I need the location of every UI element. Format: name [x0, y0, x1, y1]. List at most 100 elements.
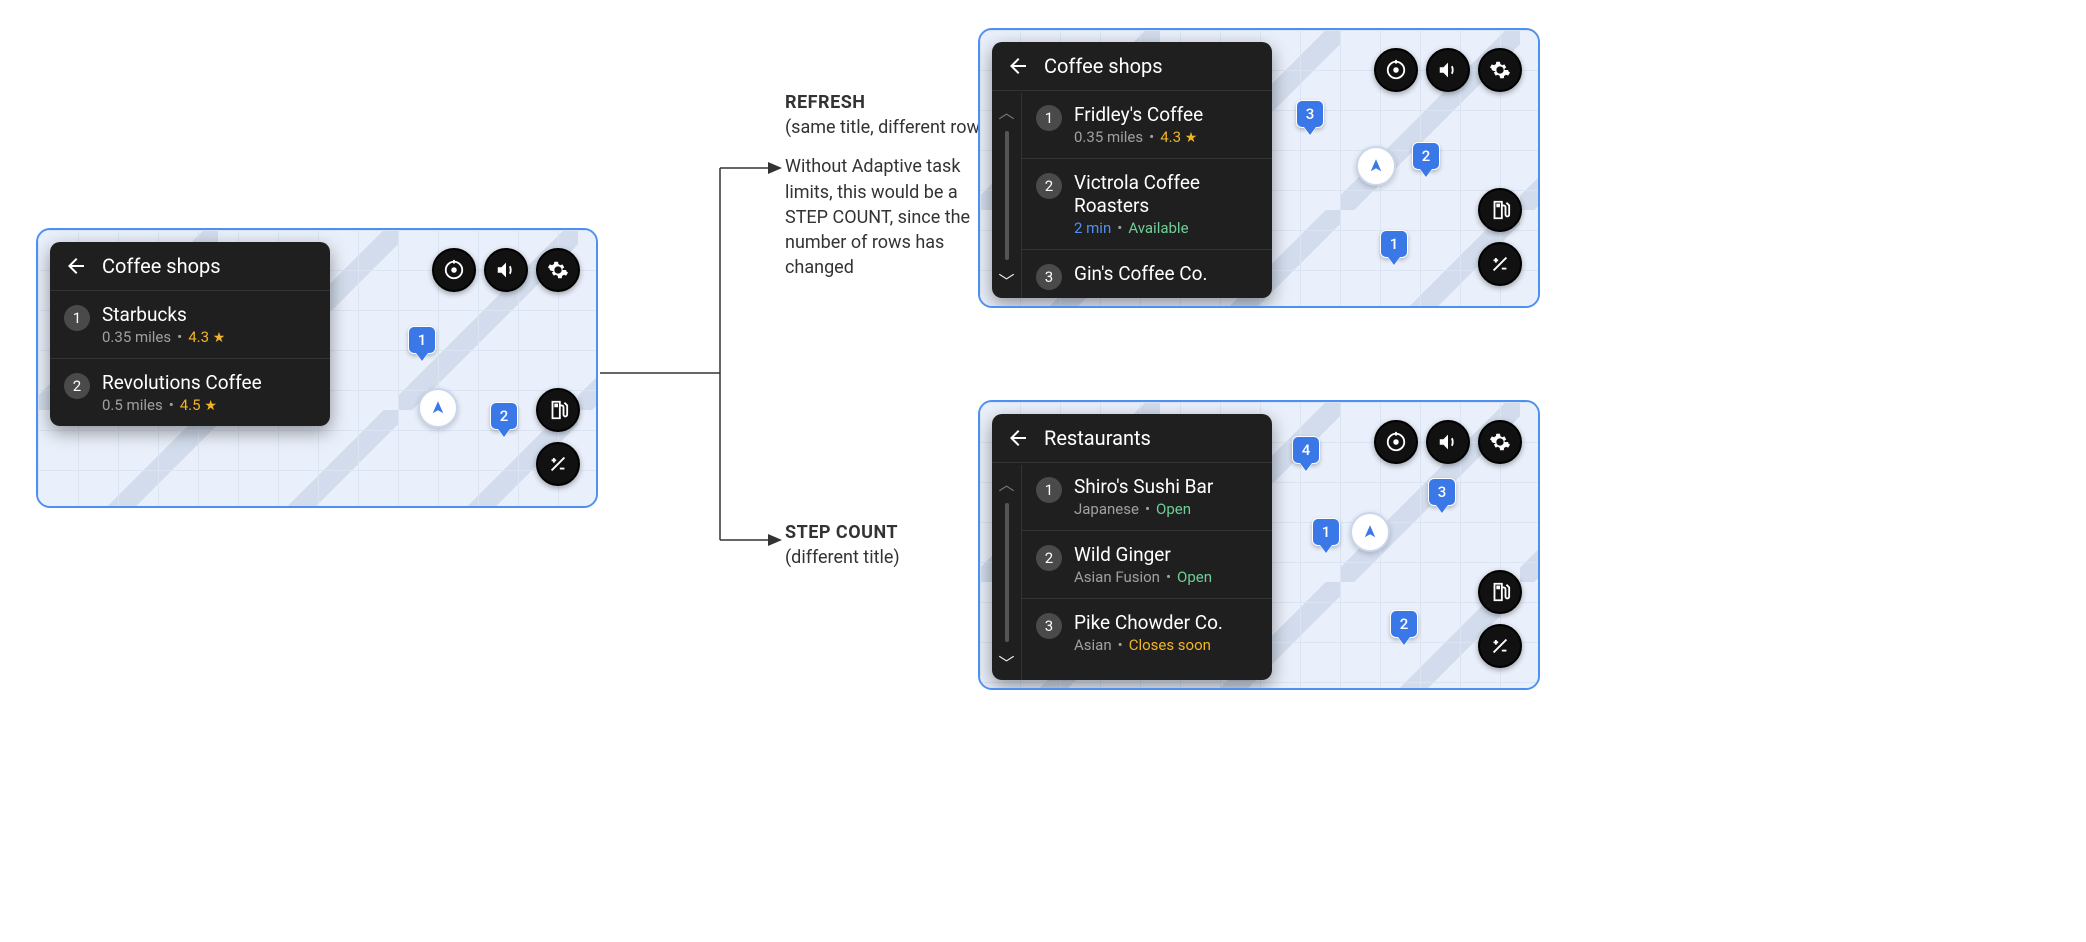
results-list: 1 Fridley's Coffee 0.35 miles•4.3 ★ 2 Vi…: [1022, 91, 1272, 294]
item-title: Gin's Coffee Co.: [1074, 262, 1207, 285]
star-icon: ★: [1185, 130, 1198, 146]
fuel-icon: [547, 399, 569, 421]
map-pin[interactable]: 4: [1292, 436, 1320, 464]
plus-minus-icon: [1489, 253, 1511, 275]
navigation-arrow-icon: [1361, 523, 1379, 541]
back-button[interactable]: [64, 254, 88, 278]
sound-icon: [495, 259, 517, 281]
plus-minus-icon: [1489, 635, 1511, 657]
sound-button[interactable]: [1426, 48, 1470, 92]
map-pin[interactable]: 3: [1296, 100, 1324, 128]
panel-header: Coffee shops: [992, 42, 1272, 91]
compass-button[interactable]: [1374, 48, 1418, 92]
panel-header: Restaurants: [992, 414, 1272, 463]
results-list: 1 Starbucks 0.35 miles•4.3 ★ 2 Revolutio…: [50, 291, 330, 426]
scroll-track[interactable]: [1005, 131, 1009, 260]
scroll-down-button[interactable]: ﹀: [998, 650, 1014, 674]
annotation-heading: STEP COUNT: [785, 520, 900, 545]
rank-badge: 3: [1036, 613, 1062, 639]
list-item[interactable]: 2 Wild Ginger Asian Fusion•Open: [1022, 531, 1272, 599]
item-cuisine: Asian: [1074, 636, 1112, 654]
item-rating: 4.5: [180, 396, 201, 414]
arrow-left-icon: [1006, 54, 1030, 78]
settings-button[interactable]: [1478, 420, 1522, 464]
current-location-chip[interactable]: [418, 388, 458, 428]
current-location-chip[interactable]: [1350, 512, 1390, 552]
rank-badge: 1: [64, 305, 90, 331]
list-item[interactable]: 3 Gin's Coffee Co.: [1022, 250, 1272, 294]
rank-badge: 1: [1036, 105, 1062, 131]
list-item[interactable]: 1 Starbucks 0.35 miles•4.3 ★: [50, 291, 330, 359]
results-panel: Coffee shops 1 Starbucks 0.35 miles•4.3 …: [50, 242, 330, 426]
map-pin[interactable]: 2: [1390, 610, 1418, 638]
annotation-sub: (same title, different rows): [785, 115, 1005, 140]
item-title: Victrola Coffee Roasters: [1074, 171, 1258, 217]
item-distance: 0.35 miles: [1074, 128, 1143, 146]
item-rating: 4.3: [188, 328, 209, 346]
zoom-toggle-button[interactable]: [1478, 624, 1522, 668]
scroll-down-button[interactable]: ﹀: [998, 268, 1014, 292]
settings-button[interactable]: [1478, 48, 1522, 92]
annotation-body: Without Adaptive task limits, this would…: [785, 154, 1005, 280]
back-button[interactable]: [1006, 426, 1030, 450]
scroll-up-button[interactable]: ︿: [998, 471, 1014, 495]
compass-button[interactable]: [432, 248, 476, 292]
item-distance: 0.5 miles: [102, 396, 163, 414]
item-time: 2 min: [1074, 219, 1111, 237]
fuel-button[interactable]: [1478, 188, 1522, 232]
map-pin[interactable]: 3: [1428, 478, 1456, 506]
item-rating: 4.3: [1160, 128, 1181, 146]
scroll-up-button[interactable]: ︿: [998, 99, 1014, 123]
compass-button[interactable]: [1374, 420, 1418, 464]
fuel-button[interactable]: [536, 388, 580, 432]
item-cuisine: Asian Fusion: [1074, 568, 1160, 586]
item-title: Shiro's Sushi Bar: [1074, 475, 1213, 498]
star-icon: ★: [204, 398, 217, 414]
sound-button[interactable]: [1426, 420, 1470, 464]
list-item[interactable]: 2 Revolutions Coffee 0.5 miles•4.5 ★: [50, 359, 330, 426]
map-pin[interactable]: 1: [408, 326, 436, 354]
list-item[interactable]: 1 Shiro's Sushi Bar Japanese•Open: [1022, 463, 1272, 531]
item-title: Starbucks: [102, 303, 225, 326]
sound-icon: [1437, 431, 1459, 453]
map-pin[interactable]: 1: [1312, 518, 1340, 546]
back-button[interactable]: [1006, 54, 1030, 78]
scroll-track[interactable]: [1005, 503, 1009, 642]
panel-title: Coffee shops: [102, 254, 221, 278]
fuel-icon: [1489, 581, 1511, 603]
results-panel: Coffee shops ︿ ﹀ 1 Fridley's Coffee 0.35…: [992, 42, 1272, 298]
list-item[interactable]: 2 Victrola Coffee Roasters 2 min•Availab…: [1022, 159, 1272, 250]
map-pin[interactable]: 2: [490, 402, 518, 430]
list-item[interactable]: 3 Pike Chowder Co. Asian•Closes soon: [1022, 599, 1272, 666]
results-list: 1 Shiro's Sushi Bar Japanese•Open 2 Wild…: [1022, 463, 1272, 666]
annotation-heading: REFRESH: [785, 90, 1005, 115]
zoom-toggle-button[interactable]: [1478, 242, 1522, 286]
rank-badge: 2: [1036, 173, 1062, 199]
current-location-chip[interactable]: [1356, 146, 1396, 186]
scroll-gutter: ︿ ﹀: [992, 93, 1022, 298]
rank-badge: 2: [64, 373, 90, 399]
frame-refresh: Coffee shops ︿ ﹀ 1 Fridley's Coffee 0.35…: [978, 28, 1540, 308]
list-item[interactable]: 1 Fridley's Coffee 0.35 miles•4.3 ★: [1022, 91, 1272, 159]
sound-button[interactable]: [484, 248, 528, 292]
rank-badge: 2: [1036, 545, 1062, 571]
item-title: Pike Chowder Co.: [1074, 611, 1223, 634]
item-cuisine: Japanese: [1074, 500, 1139, 518]
item-subtitle: 0.5 miles•4.5 ★: [102, 396, 262, 414]
star-icon: ★: [213, 330, 226, 346]
map-pin[interactable]: 1: [1380, 230, 1408, 258]
plus-minus-icon: [547, 453, 569, 475]
fuel-button[interactable]: [1478, 570, 1522, 614]
gear-icon: [1489, 59, 1511, 81]
item-distance: 0.35 miles: [102, 328, 171, 346]
navigation-arrow-icon: [429, 399, 447, 417]
zoom-toggle-button[interactable]: [536, 442, 580, 486]
map-pin[interactable]: 2: [1412, 142, 1440, 170]
panel-title: Coffee shops: [1044, 54, 1163, 78]
panel-header: Coffee shops: [50, 242, 330, 291]
item-subtitle: 2 min•Available: [1074, 219, 1258, 237]
compass-icon: [443, 259, 465, 281]
item-subtitle: 0.35 miles•4.3 ★: [1074, 128, 1203, 146]
item-subtitle: 0.35 miles•4.3 ★: [102, 328, 225, 346]
settings-button[interactable]: [536, 248, 580, 292]
